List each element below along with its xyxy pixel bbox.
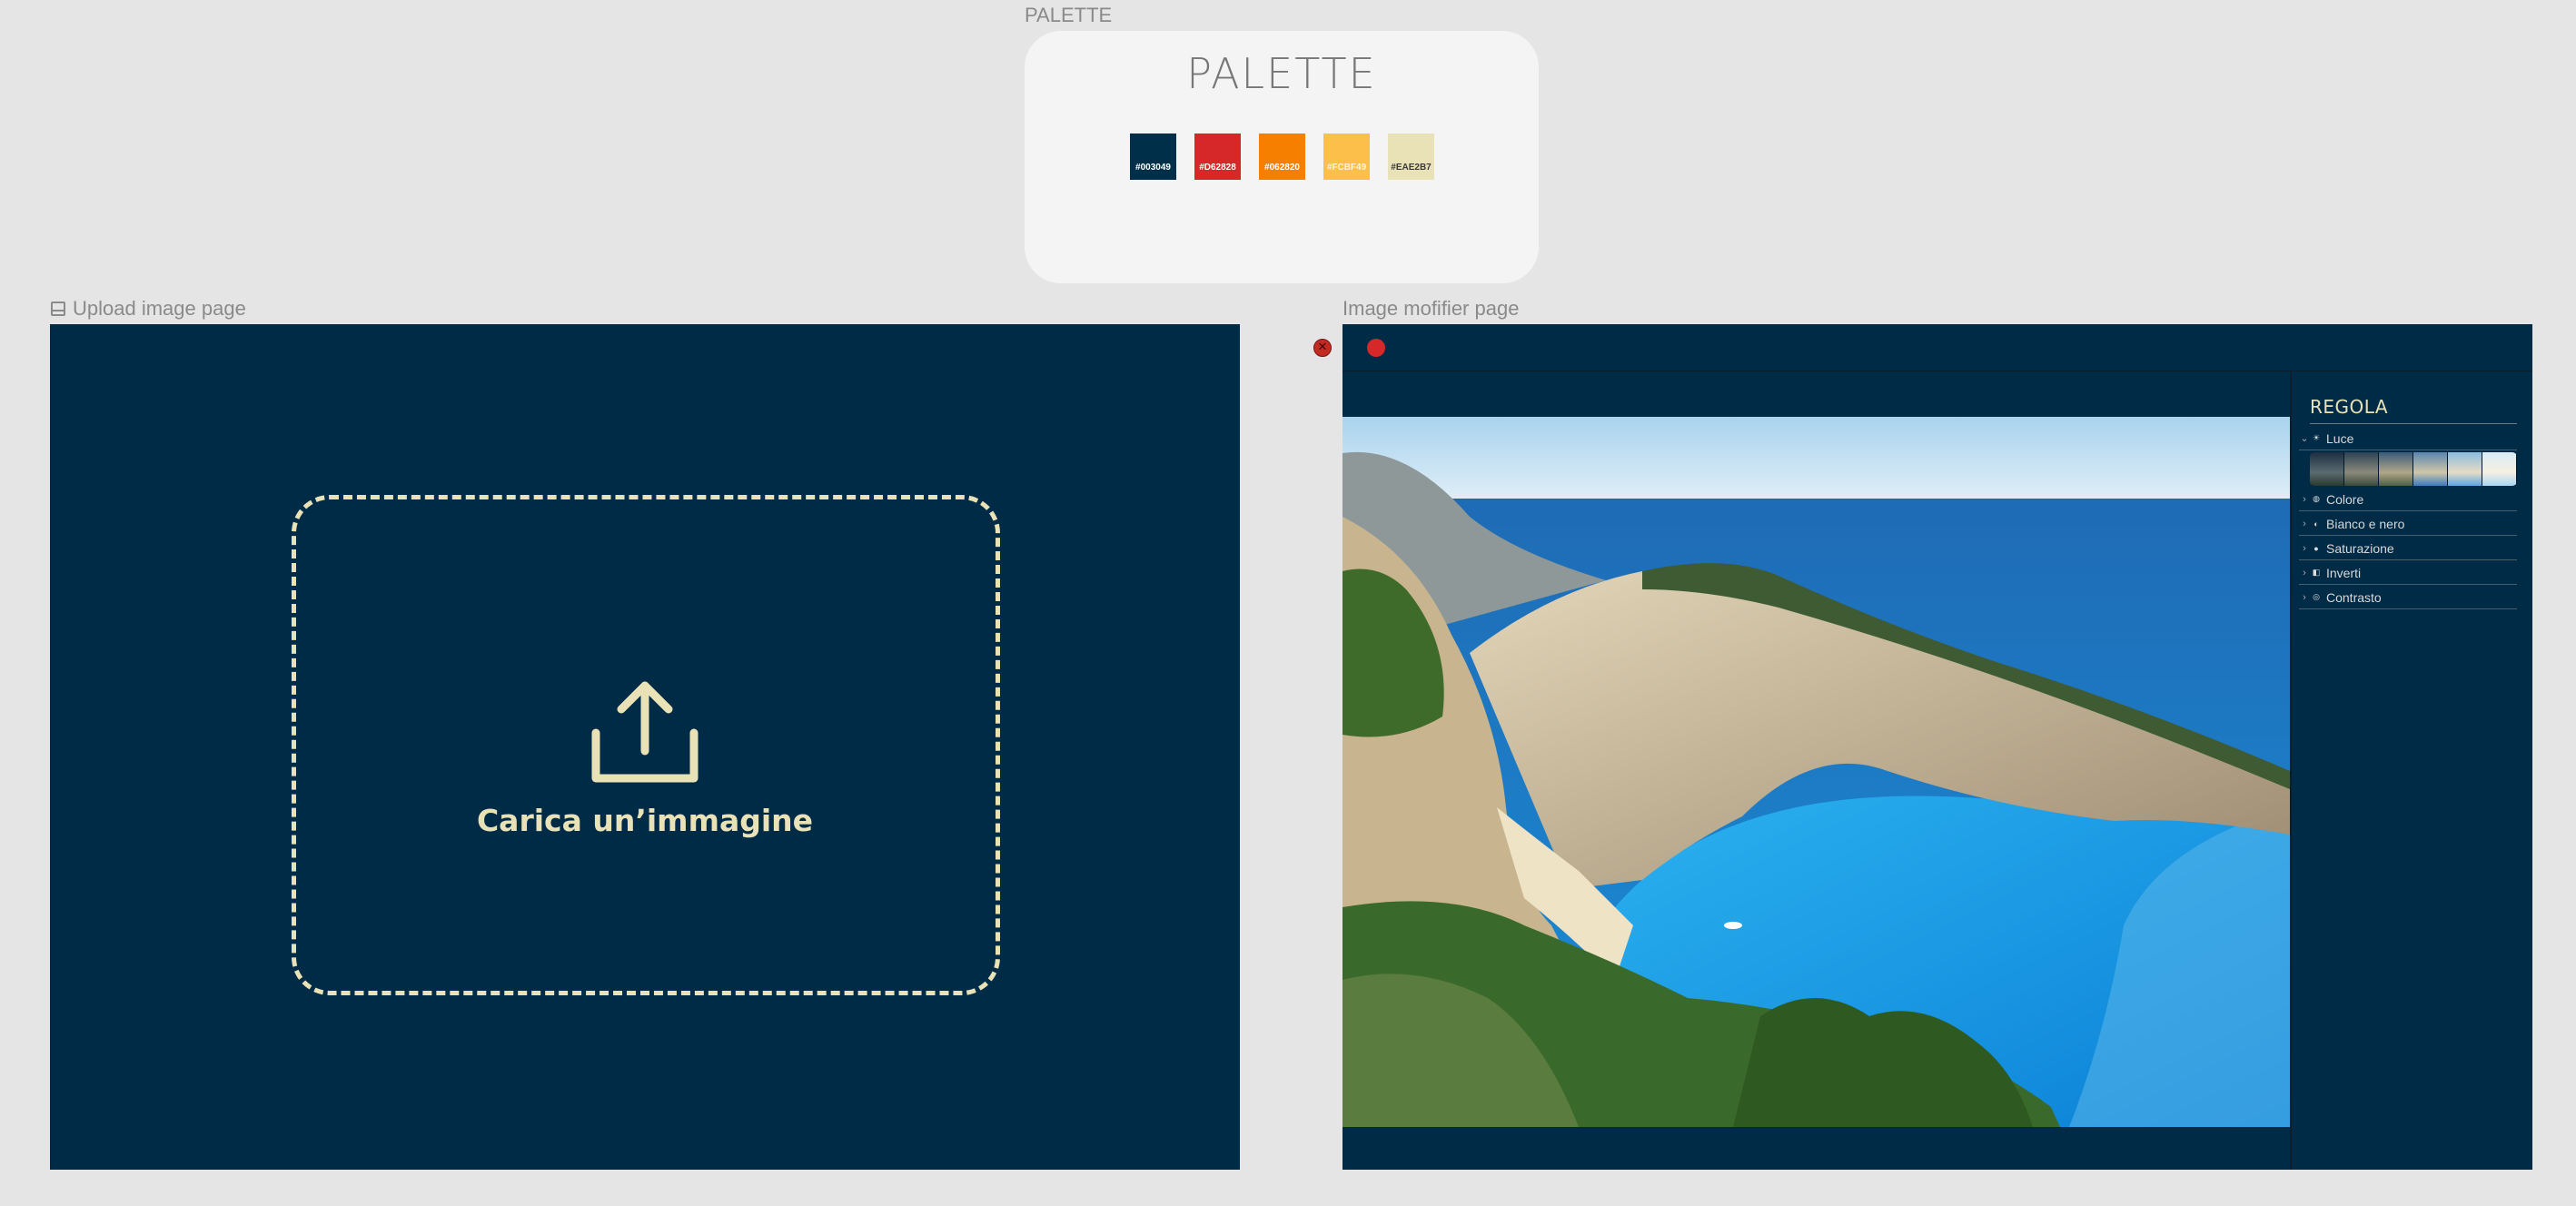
upload-frame-title: Upload image page (73, 297, 246, 320)
panel-item-bianco-e-nero[interactable]: › ◐ Bianco e nero (2299, 512, 2517, 536)
panel-title: REGOLA (2310, 396, 2517, 424)
upload-frame-label: Upload image page (51, 297, 246, 321)
swatch: #FCBF49 (1323, 133, 1370, 180)
swatch: #EAE2B7 (1388, 133, 1434, 180)
beach-photo (1342, 417, 2290, 1127)
palette-frame-label: PALETTE (1025, 4, 1113, 26)
palette-card: PALETTE #003049 #D62828 #062820 #FCBF49 … (1025, 31, 1539, 283)
contrast-icon: ◎ (2313, 592, 2320, 601)
modifier-frame-label: Image mofifier page (1342, 297, 1520, 320)
upload-label[interactable]: Carica un’immagine (50, 803, 1240, 838)
luce-preset-thumb[interactable] (2379, 452, 2413, 486)
panel-item-inverti[interactable]: › ◧ Inverti (2299, 561, 2517, 585)
swatch: #D62828 (1194, 133, 1241, 180)
image-modifier-page: REGOLA ⌄ ☀ Luce › ◍ Colore › ◐ Bianco e … (1342, 324, 2532, 1170)
panel-item-label: Contrasto (2326, 589, 2382, 605)
chevron-right-icon: › (2303, 518, 2306, 529)
close-button[interactable]: ✕ (1313, 339, 1332, 357)
record-dot-icon[interactable] (1367, 339, 1385, 357)
palette-icon: ◍ (2313, 494, 2320, 503)
panel-item-label: Colore (2326, 491, 2364, 507)
luce-preset-thumb[interactable] (2310, 452, 2344, 486)
panel-item-label: Luce (2326, 430, 2354, 446)
droplet-icon: ● (2313, 543, 2319, 553)
chevron-right-icon: › (2303, 591, 2306, 603)
upload-icon[interactable] (589, 677, 701, 789)
panel-item-luce[interactable]: ⌄ ☀ Luce (2299, 427, 2517, 450)
chevron-down-icon: ⌄ (2300, 433, 2309, 444)
luce-preset-thumb[interactable] (2482, 452, 2517, 486)
palette-swatches: #003049 #D62828 #062820 #FCBF49 #EAE2B7 (1130, 133, 1434, 180)
palette-title: PALETTE (1186, 49, 1377, 98)
luce-preset-thumb[interactable] (2448, 452, 2482, 486)
frame-icon (51, 302, 65, 316)
chevron-right-icon: › (2303, 493, 2306, 505)
swatch: #003049 (1130, 133, 1176, 180)
panel-item-colore[interactable]: › ◍ Colore (2299, 488, 2517, 511)
invert-icon: ◧ (2312, 568, 2321, 577)
panel-item-label: Bianco e nero (2326, 516, 2405, 531)
adjust-panel: REGOLA ⌄ ☀ Luce › ◍ Colore › ◐ Bianco e … (2290, 371, 2532, 1170)
half-circle-icon: ◐ (2313, 519, 2319, 529)
panel-item-label: Inverti (2326, 565, 2362, 580)
luce-preset-thumb[interactable] (2413, 452, 2448, 486)
luce-preset-strip[interactable] (2310, 452, 2517, 486)
top-bar (1342, 324, 2532, 371)
close-icon: ✕ (1317, 341, 1328, 354)
luce-preset-thumb[interactable] (2344, 452, 2379, 486)
panel-item-contrasto[interactable]: › ◎ Contrasto (2299, 586, 2517, 609)
panel-item-saturazione[interactable]: › ● Saturazione (2299, 537, 2517, 560)
chevron-right-icon: › (2303, 567, 2306, 578)
upload-image-page: Carica un’immagine (50, 324, 1240, 1170)
sun-icon: ☀ (2312, 433, 2321, 442)
swatch: #062820 (1259, 133, 1305, 180)
panel-item-label: Saturazione (2326, 540, 2394, 556)
chevron-right-icon: › (2303, 542, 2306, 554)
